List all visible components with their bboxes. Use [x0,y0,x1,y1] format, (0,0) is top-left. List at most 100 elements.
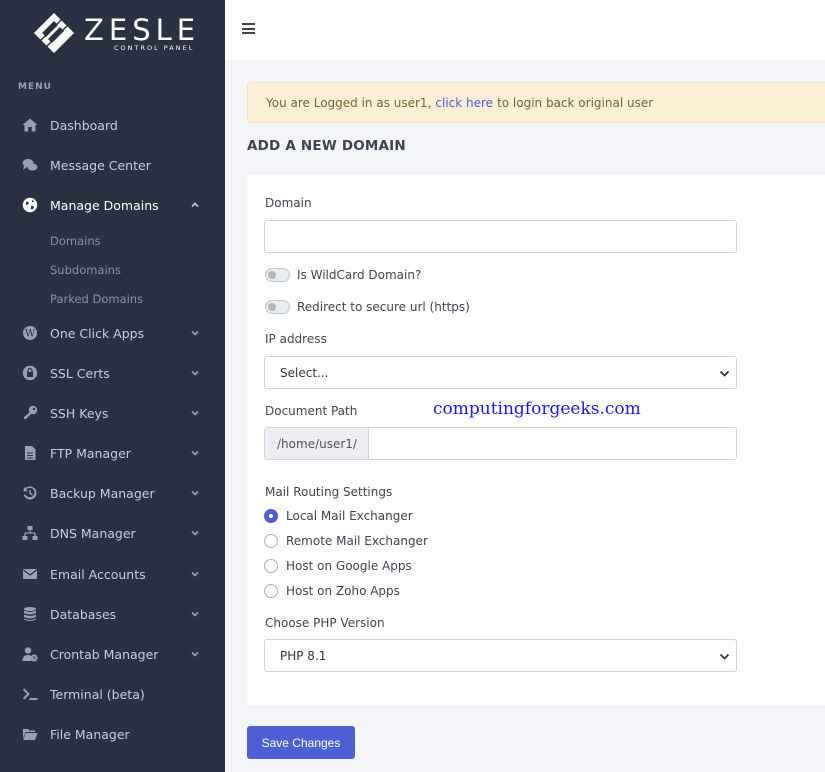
topbar [225,0,825,60]
login-as-alert: You are Logged in as user1, click here t… [247,82,825,123]
ip-address-select[interactable]: Select... [264,356,737,389]
envelope-icon [21,566,38,583]
wildcard-toggle-row[interactable]: Is WildCard Domain? [265,268,421,282]
logo-mark-icon [34,13,74,53]
sidebar-item-ssl-certs[interactable]: SSL Certs [0,359,225,387]
network-icon [21,525,38,542]
sidebar-item-label: Dashboard [50,117,118,133]
chevron-down-icon [191,530,199,536]
logo-subtitle: CONTROL PANEL [114,43,195,52]
home-icon [21,117,38,134]
sidebar-item-terminal[interactable]: Terminal (beta) [0,680,225,708]
php-version-selected: PHP 8.1 [280,648,327,663]
redirect-https-toggle-row[interactable]: Redirect to secure url (https) [265,300,470,314]
radio-button[interactable] [264,559,278,573]
mail-option-label: Local Mail Exchanger [286,509,413,523]
chevron-down-icon [719,653,730,660]
sidebar-item-label: SSL Certs [50,365,110,381]
document-path-input[interactable] [369,428,736,459]
globe-icon [21,197,38,214]
sidebar-item-label: DNS Manager [50,525,136,541]
mail-option-label: Host on Google Apps [286,559,412,573]
logo[interactable]: ZESLE CONTROL PANEL [0,0,225,66]
login-back-link[interactable]: click here [435,96,493,110]
chevron-down-icon [191,450,199,456]
radio-button[interactable] [264,509,278,523]
sidebar-subitem-domains[interactable]: Domains [50,234,101,248]
alert-text-prefix: You are Logged in as user1, [266,95,432,110]
mail-option-label: Host on Zoho Apps [286,584,400,598]
php-version-label: Choose PHP Version [265,616,385,630]
save-changes-button[interactable]: Save Changes [247,726,355,759]
document-path-group: /home/user1/ [264,427,737,460]
sidebar-item-dns-manager[interactable]: DNS Manager [0,519,225,547]
sidebar-item-one-click-apps[interactable]: W One Click Apps [0,319,225,347]
sidebar-item-crontab-manager[interactable]: Crontab Manager [0,640,225,668]
mail-option-label: Remote Mail Exchanger [286,534,428,548]
domain-input[interactable] [264,220,737,253]
ip-address-label: IP address [265,332,327,346]
mail-option-local[interactable]: Local Mail Exchanger [264,509,413,523]
radio-button[interactable] [264,534,278,548]
sidebar-item-label: Crontab Manager [50,646,159,662]
sidebar-item-label: Email Accounts [50,566,146,582]
chevron-down-icon [191,651,199,657]
mail-option-google[interactable]: Host on Google Apps [264,559,412,573]
sidebar-item-label: Manage Domains [50,197,159,213]
sidebar-item-dashboard[interactable]: Dashboard [0,111,225,139]
php-version-select[interactable]: PHP 8.1 [264,639,737,672]
user-clock-icon [21,646,38,663]
sidebar-item-label: SSH Keys [50,405,109,421]
terminal-icon [21,686,38,703]
ip-address-selected: Select... [280,365,329,380]
chevron-down-icon [191,410,199,416]
menu-heading: MENU [18,82,52,92]
folder-icon [21,726,38,743]
wildcard-label: Is WildCard Domain? [297,268,422,282]
domain-label: Domain [265,196,312,210]
sidebar-item-backup-manager[interactable]: Backup Manager [0,479,225,507]
sidebar-item-databases[interactable]: Databases [0,600,225,628]
chevron-down-icon [191,490,199,496]
sidebar-item-message-center[interactable]: Message Center [0,151,225,179]
database-icon [21,606,38,623]
sidebar-item-manage-domains[interactable]: Manage Domains [0,191,225,219]
redirect-https-label: Redirect to secure url (https) [297,300,470,314]
sidebar-subitem-parked-domains[interactable]: Parked Domains [50,292,143,306]
sidebar-subitem-subdomains[interactable]: Subdomains [50,263,121,277]
sidebar-item-label: FTP Manager [50,445,131,461]
wordpress-icon: W [21,325,38,342]
mail-option-remote[interactable]: Remote Mail Exchanger [264,534,428,548]
chat-icon [21,157,38,174]
mail-routing-label: Mail Routing Settings [265,485,393,499]
mail-option-zoho[interactable]: Host on Zoho Apps [264,584,400,598]
sidebar-item-label: Terminal (beta) [50,686,145,702]
sidebar-item-email-accounts[interactable]: Email Accounts [0,560,225,588]
page-title: ADD A NEW DOMAIN [247,138,406,154]
radio-button[interactable] [264,584,278,598]
wildcard-toggle[interactable] [265,268,290,282]
redirect-https-toggle[interactable] [265,300,290,314]
chevron-down-icon [191,370,199,376]
document-path-prefix: /home/user1/ [265,428,369,459]
key-icon [21,405,38,422]
document-path-label: Document Path [265,404,358,418]
alert-text-suffix: to login back original user [497,95,654,110]
lock-icon [21,365,38,382]
sidebar-item-label: File Manager [50,726,130,742]
sidebar-item-file-manager[interactable]: File Manager [0,720,225,748]
history-icon [21,485,38,502]
sidebar: ZESLE CONTROL PANEL MENU Dashboard Messa… [0,0,225,772]
sidebar-item-label: Backup Manager [50,485,155,501]
chevron-down-icon [191,571,199,577]
file-icon [21,445,38,462]
sidebar-item-ftp-manager[interactable]: FTP Manager [0,439,225,467]
sidebar-item-ssh-keys[interactable]: SSH Keys [0,399,225,427]
logo-name: ZESLE [84,12,201,47]
chevron-up-icon [191,202,199,208]
hamburger-menu-icon[interactable] [242,23,255,34]
watermark: computingforgeeks.com [433,399,641,419]
sidebar-item-label: One Click Apps [50,325,145,341]
chevron-down-icon [191,611,199,617]
chevron-down-icon [191,330,199,336]
